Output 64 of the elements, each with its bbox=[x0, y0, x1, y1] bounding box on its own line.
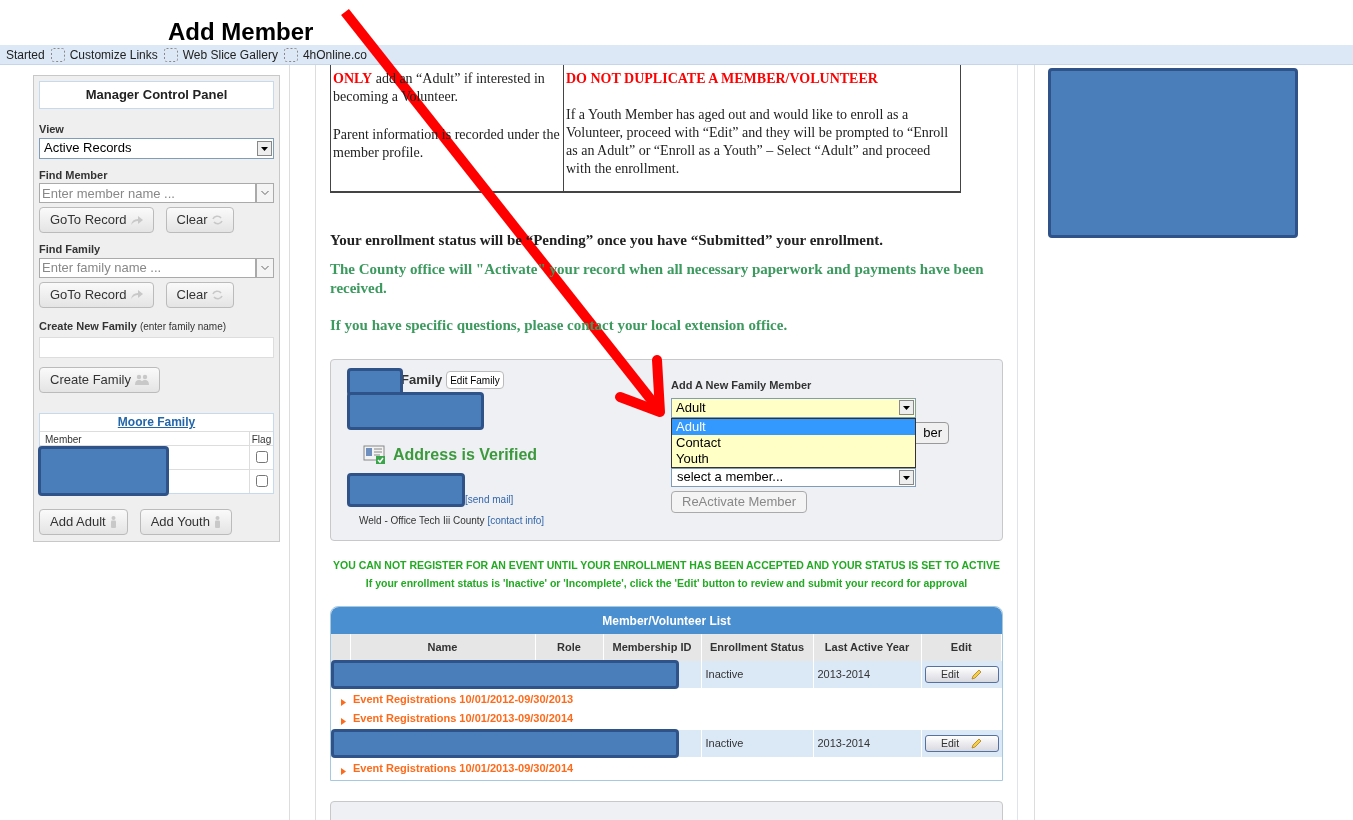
pencil-icon bbox=[971, 669, 983, 681]
county-text: Weld - Office Tech Iii County bbox=[359, 515, 485, 526]
search-field[interactable]: Enter member name ... bbox=[39, 183, 256, 203]
warning-text: DO NOT DUPLICATE A MEMBER/VOLUNTEER bbox=[566, 70, 879, 88]
panel-button[interactable]: Clear bbox=[165, 207, 234, 233]
annotation-title: Add Member bbox=[168, 19, 314, 45]
address-verified-text: Address is Verified bbox=[393, 445, 538, 465]
page-icon bbox=[283, 47, 298, 62]
edit-button[interactable]: Edit bbox=[924, 666, 999, 684]
bookmark-link[interactable]: 4hOnline.co bbox=[283, 45, 367, 64]
panel-button[interactable]: Create Family bbox=[39, 366, 160, 393]
bookmark-link[interactable]: Customize Links bbox=[50, 45, 158, 64]
expand-triangle-icon bbox=[341, 767, 346, 775]
field-label: Find Family bbox=[39, 242, 102, 257]
refresh-icon bbox=[211, 215, 223, 225]
flag-checkbox[interactable] bbox=[255, 475, 268, 487]
edit-button[interactable]: Edit bbox=[924, 735, 999, 753]
id-card-icon bbox=[363, 445, 387, 465]
dropdown-option[interactable]: Youth bbox=[672, 450, 915, 467]
arrow-icon bbox=[130, 290, 143, 299]
member-list-title: Member/Volunteer List bbox=[331, 607, 1002, 634]
table-cell: 2013-2014 bbox=[813, 730, 921, 757]
alert-text: If your enrollment status is 'Inactive' or 'Incomplete', click the 'Edit' button to review and submit your record for approval bbox=[364, 576, 969, 591]
expand-triangle-icon bbox=[341, 698, 346, 706]
panel-button[interactable]: GoTo Record bbox=[39, 207, 154, 233]
panel-title: Manager Control Panel bbox=[39, 81, 274, 109]
chevron-down-icon[interactable] bbox=[256, 183, 274, 203]
column-header: Flag bbox=[249, 431, 273, 445]
people-icon bbox=[134, 374, 149, 385]
panel-button[interactable]: Clear bbox=[165, 281, 234, 308]
chevron-down-icon[interactable] bbox=[256, 257, 274, 278]
field-label: Create New Family (enter family name) bbox=[39, 318, 228, 334]
view-select[interactable]: Active Records bbox=[39, 137, 274, 159]
person-icon bbox=[109, 515, 117, 528]
alert-text: YOU CAN NOT REGISTER FOR AN EVENT UNTIL YOUR ENROLLMENT HAS BEEN ACCEPTED AND YOUR STATUS IS SET TO ACTIVE bbox=[332, 558, 1001, 573]
panel-button[interactable]: Add Youth bbox=[139, 508, 232, 535]
family-link[interactable]: Moore Family bbox=[117, 413, 196, 431]
table-cell: Inactive bbox=[701, 730, 813, 757]
panel-button[interactable]: Add Adult bbox=[39, 508, 128, 535]
arrow-icon bbox=[130, 215, 143, 225]
instruction-text: If a Youth Member has aged out and would like to enroll as a Volunteer, proceed with “Edit” and they will be prompted to “Enroll as an Adult” or “Enroll as a Youth” – Select “Adult” and proceed with the enrollment. bbox=[566, 106, 950, 178]
pencil-icon bbox=[971, 738, 983, 750]
family-name-field[interactable] bbox=[39, 337, 274, 358]
column-header: Member bbox=[44, 432, 83, 445]
send-mail-link[interactable]: [send mail] bbox=[465, 492, 514, 507]
bookmark-link[interactable]: Web Slice Gallery bbox=[163, 45, 278, 64]
table-cell: 2013-2014 bbox=[813, 661, 921, 688]
bookmark-link[interactable]: Started bbox=[6, 45, 45, 64]
edit-family-button[interactable]: Edit Family bbox=[446, 371, 504, 389]
member-type-select[interactable]: Adult bbox=[671, 397, 916, 418]
search-field[interactable]: Enter family name ... bbox=[39, 257, 256, 278]
field-label: Find Member bbox=[39, 167, 109, 183]
panel-button[interactable]: GoTo Record bbox=[39, 281, 154, 308]
table-cell: Inactive bbox=[701, 661, 813, 688]
flag-checkbox[interactable] bbox=[255, 451, 268, 463]
page-icon bbox=[163, 47, 178, 62]
person-icon bbox=[213, 515, 221, 528]
expand-triangle-icon bbox=[341, 717, 346, 725]
contact-info-link[interactable]: [contact info] bbox=[487, 515, 545, 526]
refresh-icon bbox=[211, 289, 223, 300]
field-label: View bbox=[39, 122, 65, 137]
instruction-text: Parent information is recorded under the member profile. bbox=[333, 126, 561, 162]
field-label: Add A New Family Member bbox=[671, 378, 813, 393]
page-icon bbox=[50, 47, 65, 62]
